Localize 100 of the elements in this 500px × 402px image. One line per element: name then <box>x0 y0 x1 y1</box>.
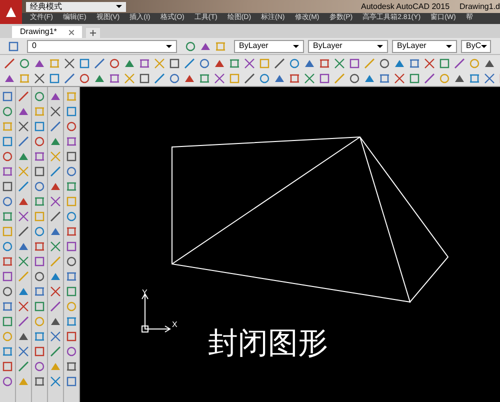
toolbar-tool-icon[interactable] <box>274 58 285 68</box>
app-logo[interactable] <box>0 0 22 24</box>
toolbar-tool-icon[interactable] <box>34 331 45 342</box>
toolbar-tool-icon[interactable] <box>454 58 465 68</box>
toolbar-tool-icon[interactable] <box>64 58 75 68</box>
toolbar-tool-icon[interactable] <box>469 73 480 84</box>
plot-style-dropdown[interactable]: ByC <box>461 40 491 52</box>
toolbar-tool-icon[interactable] <box>18 106 29 117</box>
lineweight-dropdown[interactable]: ByLayer <box>392 40 457 52</box>
toolbar-tool-icon[interactable] <box>79 58 90 68</box>
toolbar-tool-icon[interactable] <box>439 58 450 68</box>
toolbar-tool-icon[interactable] <box>94 58 105 68</box>
toolbar-tool-icon[interactable] <box>50 241 61 252</box>
toolbar-tool-icon[interactable] <box>349 58 360 68</box>
toolbar-tool-icon[interactable] <box>304 73 315 84</box>
toolbar-tool-icon[interactable] <box>66 361 77 372</box>
toolbar-tool-icon[interactable] <box>394 73 405 84</box>
toolbar-tool-icon[interactable] <box>19 58 30 68</box>
toolbar-tool-icon[interactable] <box>34 301 45 312</box>
toolbar-tool-icon[interactable] <box>66 121 77 132</box>
toolbar-tool-icon[interactable] <box>18 256 29 267</box>
toolbar-tool-icon[interactable] <box>2 376 13 387</box>
toolbar-tool-icon[interactable] <box>34 256 45 267</box>
toolbar-tool-icon[interactable] <box>34 271 45 282</box>
toolbar-tool-icon[interactable] <box>4 58 15 68</box>
toolbar-tool-icon[interactable] <box>2 361 13 372</box>
toolbar-tool-icon[interactable] <box>154 73 165 84</box>
toolbar-tool-icon[interactable] <box>34 166 45 177</box>
toolbar-tool-icon[interactable] <box>34 58 45 68</box>
toolbar-tool-icon[interactable] <box>64 73 75 84</box>
toolbar-tool-icon[interactable] <box>2 196 13 207</box>
toolbar-tool-icon[interactable] <box>2 91 13 102</box>
toolbar-tool-icon[interactable] <box>2 211 13 222</box>
color-dropdown[interactable]: ByLayer <box>234 40 304 52</box>
toolbar-tool-icon[interactable] <box>484 73 495 84</box>
toolbar-tool-icon[interactable] <box>454 73 465 84</box>
toolbar-tool-icon[interactable] <box>2 166 13 177</box>
toolbar-tool-icon[interactable] <box>200 40 211 52</box>
workspace-dropdown[interactable]: 经典模式 <box>26 2 126 12</box>
toolbar-tool-icon[interactable] <box>50 121 61 132</box>
toolbar-tool-icon[interactable] <box>50 286 61 297</box>
toolbar-tool-icon[interactable] <box>319 73 330 84</box>
toolbar-tool-icon[interactable] <box>34 196 45 207</box>
toolbar-tool-icon[interactable] <box>18 211 29 222</box>
toolbar-tool-icon[interactable] <box>66 331 77 342</box>
toolbar-tool-icon[interactable] <box>34 121 45 132</box>
toolbar-tool-icon[interactable] <box>394 58 405 68</box>
toolbar-tool-icon[interactable] <box>94 73 105 84</box>
toolbar-tool-icon[interactable] <box>424 58 435 68</box>
toolbar-tool-icon[interactable] <box>34 73 45 84</box>
toolbar-tool-icon[interactable] <box>484 58 495 68</box>
toolbar-tool-icon[interactable] <box>2 301 13 312</box>
toolbar-tool-icon[interactable] <box>2 181 13 192</box>
toolbar-tool-icon[interactable] <box>289 73 300 84</box>
toolbar-tool-icon[interactable] <box>66 151 77 162</box>
toolbar-tool-icon[interactable] <box>184 73 195 84</box>
toolbar-tool-icon[interactable] <box>34 136 45 147</box>
toolbar-tool-icon[interactable] <box>34 241 45 252</box>
close-icon[interactable] <box>68 30 74 34</box>
toolbar-tool-icon[interactable] <box>18 226 29 237</box>
toolbar-tool-icon[interactable] <box>139 58 150 68</box>
toolbar-tool-icon[interactable] <box>50 376 61 387</box>
toolbar-tool-icon[interactable] <box>18 181 29 192</box>
toolbar-tool-icon[interactable] <box>109 73 120 84</box>
toolbar-tool-icon[interactable] <box>319 58 330 68</box>
toolbar-tool-icon[interactable] <box>244 73 255 84</box>
toolbar-tool-icon[interactable] <box>2 241 13 252</box>
toolbar-tool-icon[interactable] <box>18 136 29 147</box>
toolbar-tool-icon[interactable] <box>2 106 13 117</box>
toolbar-tool-icon[interactable] <box>304 58 315 68</box>
toolbar-tool-icon[interactable] <box>66 106 77 117</box>
toolbar-tool-icon[interactable] <box>2 316 13 327</box>
toolbar-tool-icon[interactable] <box>66 256 77 267</box>
toolbar-tool-icon[interactable] <box>199 73 210 84</box>
toolbar-tool-icon[interactable] <box>50 316 61 327</box>
toolbar-tool-icon[interactable] <box>34 151 45 162</box>
toolbar-tool-icon[interactable] <box>185 40 196 52</box>
toolbar-tool-icon[interactable] <box>34 181 45 192</box>
toolbar-tool-icon[interactable] <box>49 73 60 84</box>
new-tab-button[interactable] <box>86 28 100 38</box>
toolbar-tool-icon[interactable] <box>2 271 13 282</box>
toolbar-tool-icon[interactable] <box>18 331 29 342</box>
toolbar-tool-icon[interactable] <box>50 346 61 357</box>
toolbar-tool-icon[interactable] <box>259 73 270 84</box>
toolbar-tool-icon[interactable] <box>34 226 45 237</box>
toolbar-tool-icon[interactable] <box>18 346 29 357</box>
toolbar-tool-icon[interactable] <box>34 361 45 372</box>
toolbar-tool-icon[interactable] <box>50 271 61 282</box>
toolbar-tool-icon[interactable] <box>66 346 77 357</box>
toolbar-tool-icon[interactable] <box>50 211 61 222</box>
toolbar-tool-icon[interactable] <box>34 286 45 297</box>
toolbar-tool-icon[interactable] <box>379 58 390 68</box>
toolbar-tool-icon[interactable] <box>214 73 225 84</box>
toolbar-tool-icon[interactable] <box>409 73 420 84</box>
toolbar-tool-icon[interactable] <box>379 73 390 84</box>
toolbar-tool-icon[interactable] <box>4 73 15 84</box>
toolbar-tool-icon[interactable] <box>289 58 300 68</box>
toolbar-tool-icon[interactable] <box>18 121 29 132</box>
toolbar-tool-icon[interactable] <box>50 331 61 342</box>
toolbar-tool-icon[interactable] <box>199 58 210 68</box>
